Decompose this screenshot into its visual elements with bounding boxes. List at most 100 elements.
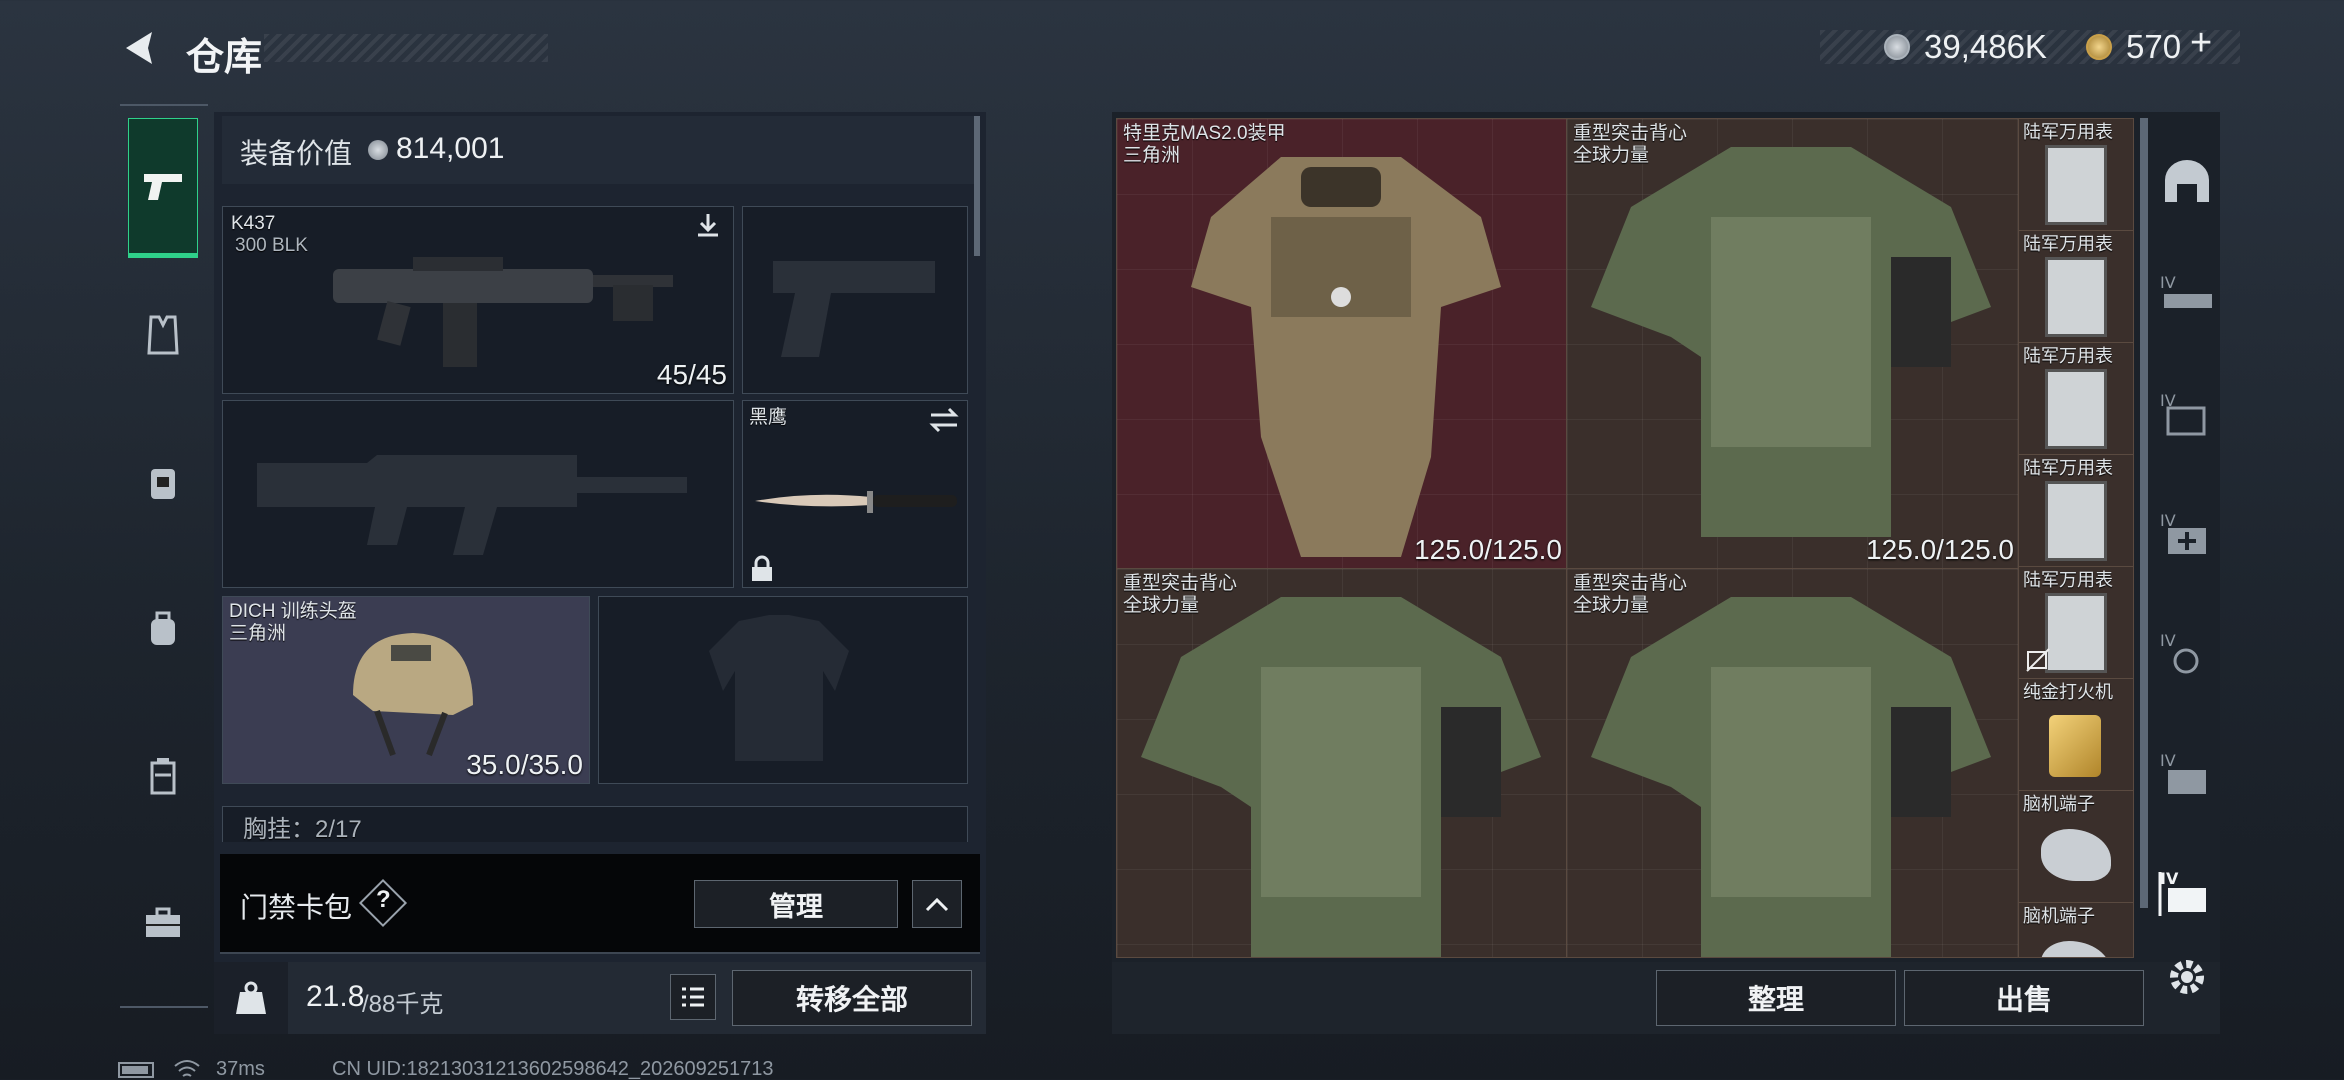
melee-name: 黑鹰: [749, 407, 788, 428]
swap-icon[interactable]: [927, 405, 961, 435]
item-name: 陆军万用表: [2023, 458, 2113, 478]
secondary-weapon-slot[interactable]: [742, 206, 968, 394]
storage-tab-home[interactable]: [2152, 146, 2222, 216]
expand-button[interactable]: [912, 880, 962, 928]
storage-tab-iv-1[interactable]: IV: [2152, 260, 2222, 330]
armor-silhouette-icon: [709, 615, 849, 761]
storage-item-vest-3[interactable]: 重型突击背心 全球力量: [1567, 569, 2019, 957]
pistol-icon: [144, 174, 182, 200]
small-item-multimeter-5[interactable]: 陆军万用表: [2019, 567, 2133, 679]
small-item-multimeter-1[interactable]: 陆军万用表: [2019, 119, 2133, 231]
primary-weapon-slot[interactable]: K437 300 BLK 45/45: [222, 206, 734, 394]
gold-lighter-image: [2049, 715, 2101, 777]
transfer-all-button[interactable]: 转移全部: [732, 970, 972, 1026]
storage-item-armor-mas[interactable]: 特里克MAS2.0装甲 三角洲 125.0/125.0: [1117, 119, 1567, 569]
backpack-icon: [151, 611, 175, 645]
sidebar-tab-toolbox[interactable]: [128, 888, 198, 958]
helmet-origin: 三角洲: [229, 623, 287, 644]
item-durability: 125.0/125.0: [1866, 534, 2014, 565]
sidebar-tab-backpack[interactable]: [128, 594, 198, 664]
small-item-gold-lighter[interactable]: 纯金打火机: [2019, 679, 2133, 791]
chest-rig-slot[interactable]: 胸挂：2/17: [222, 806, 968, 842]
multimeter-image: [2045, 593, 2107, 673]
svg-text:IV: IV: [2160, 273, 2176, 292]
add-currency-button[interactable]: +: [2190, 22, 2212, 65]
storage-scrollbar[interactable]: [2140, 118, 2148, 908]
weight-icon: [236, 981, 266, 1014]
back-arrow-icon: [126, 32, 152, 64]
sidebar-tab-armor[interactable]: [128, 300, 198, 370]
rifle-silhouette-icon: [257, 455, 687, 555]
vest-icon: [147, 315, 179, 355]
weight-max: /88千克: [362, 991, 444, 1018]
sidebar-tab-rig[interactable]: [128, 448, 198, 518]
item-name: 纯金打火机: [2023, 682, 2113, 702]
sell-button[interactable]: 出售: [1904, 970, 2144, 1026]
storage-tab-iv-6[interactable]: IV: [2152, 858, 2222, 928]
svg-text:IV: IV: [2160, 869, 2179, 888]
storage-item-vest-1[interactable]: 重型突击背心 全球力量 125.0/125.0: [1567, 119, 2019, 569]
wifi-icon: [174, 1060, 200, 1077]
brain-terminal-image: [2041, 829, 2111, 881]
manage-button[interactable]: 管理: [694, 880, 898, 928]
item-durability: 125.0/125.0: [1414, 534, 1562, 565]
sidebar-tab-container[interactable]: [128, 740, 198, 810]
primary-weapon-2-slot[interactable]: [222, 400, 734, 588]
equipment-value-label: 装备价值: [240, 138, 353, 169]
weapon-name: K437: [231, 213, 276, 234]
silver-currency-value: 39,486K: [1924, 28, 2047, 65]
equipment-scrollbar[interactable]: [974, 116, 980, 256]
list-view-button[interactable]: [670, 974, 716, 1020]
storage-tab-iv-2[interactable]: IV: [2152, 378, 2222, 448]
storage-iv-selected-icon: IV: [2158, 869, 2206, 916]
value-coin-icon: [368, 140, 388, 160]
melee-slot[interactable]: 黑鹰: [742, 400, 968, 588]
help-icon: ?: [376, 886, 391, 913]
lock-icon: [752, 555, 772, 581]
storage-iv-keys-icon: IV: [2160, 631, 2199, 674]
item-name: 脑机端子: [2023, 906, 2095, 926]
small-item-multimeter-4[interactable]: 陆军万用表: [2019, 455, 2133, 567]
organize-button[interactable]: 整理: [1656, 970, 1896, 1026]
small-item-multimeter-3[interactable]: 陆军万用表: [2019, 343, 2133, 455]
item-name: 陆军万用表: [2023, 570, 2113, 590]
case-icon: [150, 758, 176, 795]
storage-tab-iv-3[interactable]: IV: [2152, 498, 2222, 568]
body-armor-slot[interactable]: [598, 596, 968, 784]
item-name: 陆军万用表: [2023, 122, 2113, 142]
item-name: 脑机端子: [2023, 794, 2095, 814]
no-insure-icon: [2026, 648, 2050, 672]
sidebar-tab-weapons[interactable]: [128, 118, 198, 258]
chest-rig-label: 胸挂：2/17: [243, 816, 362, 842]
equipment-value: 814,001: [396, 132, 505, 165]
download-icon[interactable]: [693, 211, 723, 241]
weight-current: 21.8: [306, 980, 365, 1013]
storage-grid: 特里克MAS2.0装甲 三角洲 125.0/125.0 重型突击背心 全球力量 …: [1116, 118, 2134, 958]
battery-icon: [118, 1062, 154, 1078]
chevron-up-icon: [925, 897, 949, 912]
storage-tab-iv-5[interactable]: IV: [2152, 738, 2222, 808]
svg-text:IV: IV: [2160, 511, 2176, 530]
small-item-brain-terminal-2[interactable]: 脑机端子: [2019, 903, 2133, 957]
brain-terminal-image: [2041, 941, 2111, 957]
vest-1-image: [1591, 147, 1991, 537]
svg-text:IV: IV: [2160, 751, 2176, 770]
item-name: 陆军万用表: [2023, 346, 2113, 366]
armor-mas-image: [1191, 157, 1501, 557]
gold-coin-icon: [2086, 34, 2112, 60]
weapon-ammo-count: 45/45: [656, 359, 727, 390]
page-title: 仓库: [186, 37, 263, 79]
silver-coin-icon: [1884, 34, 1910, 60]
small-item-multimeter-2[interactable]: 陆军万用表: [2019, 231, 2133, 343]
storage-item-vest-2[interactable]: 重型突击背心 全球力量: [1117, 569, 1567, 957]
chest-rig-icon: [151, 469, 175, 499]
vest-3-image: [1591, 597, 1991, 957]
back-button[interactable]: [118, 26, 162, 70]
small-item-brain-terminal-1[interactable]: 脑机端子: [2019, 791, 2133, 903]
vest-2-image: [1141, 597, 1541, 957]
helmet-slot[interactable]: DICH 训练头盔 三角洲 35.0/35.0: [222, 596, 590, 784]
toolbox-icon: [146, 907, 180, 937]
settings-button[interactable]: [2152, 942, 2222, 1012]
pistol-silhouette-icon: [773, 261, 935, 357]
storage-tab-iv-4[interactable]: IV: [2152, 618, 2222, 688]
